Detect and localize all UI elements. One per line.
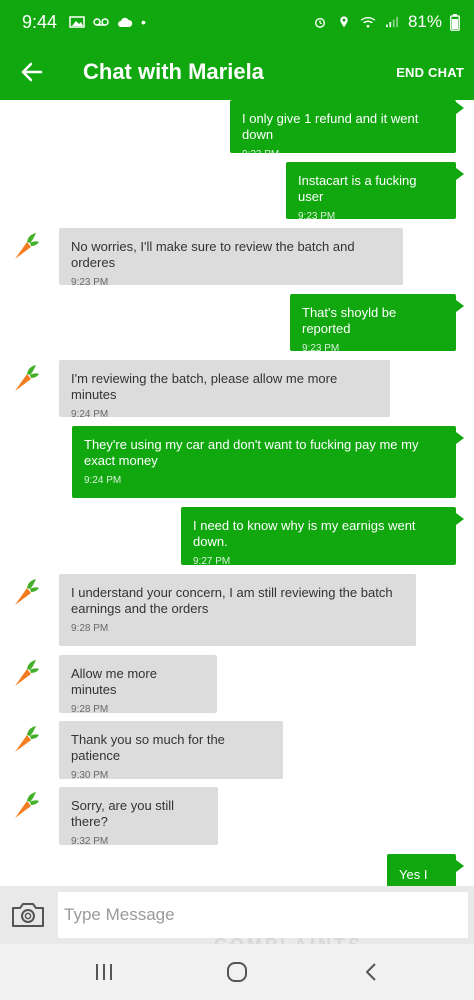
message-text: That's shoyld be reported — [302, 305, 397, 336]
message-input[interactable] — [58, 892, 468, 938]
arrow-left-icon — [21, 62, 43, 82]
message-time: 9:23 PM — [302, 343, 340, 354]
message-time: 9:23 PM — [71, 277, 109, 288]
message-time: 9:24 PM — [84, 475, 122, 486]
message-time: 9:30 PM — [71, 770, 109, 781]
cloud-icon — [118, 17, 133, 27]
home-button[interactable] — [222, 958, 252, 986]
message-list[interactable]: I only give 1 refund and it went down 9:… — [0, 100, 474, 886]
message-text: Yes I am — [399, 867, 428, 886]
message-time: 9:22 PM — [242, 149, 280, 160]
message-bubble-outgoing: Yes I am — [387, 854, 464, 886]
carrot-icon — [15, 660, 39, 686]
recent-apps-button[interactable] — [89, 958, 119, 986]
signal-icon — [385, 16, 398, 28]
back-button[interactable] — [0, 44, 64, 100]
message-text: I only give 1 refund and it went down — [242, 111, 419, 142]
message-bubble-incoming: I understand your concern, I am still re… — [59, 574, 416, 646]
chat-title: Chat with Mariela — [83, 59, 264, 84]
message-time: 9:27 PM — [193, 556, 231, 567]
location-icon — [340, 16, 348, 28]
message-bubble-incoming: Thank you so much for the patience 9:30 … — [59, 721, 283, 781]
message-text: Instacart is a fucking user — [298, 173, 417, 204]
message-time: 9:23 PM — [298, 211, 336, 222]
status-time: 9:44 — [22, 11, 58, 32]
wifi-icon — [360, 16, 376, 28]
home-icon — [227, 962, 247, 982]
carrot-icon — [15, 579, 39, 605]
message-bubble-outgoing: I only give 1 refund and it went down 9:… — [230, 100, 464, 160]
status-bar: 9:44 • 81% — [0, 0, 474, 44]
camera-icon — [12, 903, 44, 927]
recent-apps-icon — [96, 964, 112, 980]
alarm-icon — [314, 17, 325, 28]
message-text: I'm reviewing the batch, please allow me… — [71, 371, 338, 402]
message-time: 9:28 PM — [71, 623, 109, 634]
message-text: No worries, I'll make sure to review the… — [71, 239, 355, 270]
message-text: Allow me more minutes — [71, 666, 157, 697]
battery-level: 81% — [407, 12, 442, 31]
camera-button[interactable] — [0, 886, 56, 944]
carrot-icon — [15, 233, 39, 259]
carrot-icon — [15, 365, 39, 391]
message-text: They're using my car and don't want to f… — [84, 437, 419, 468]
message-bubble-incoming: Allow me more minutes 9:28 PM — [59, 655, 217, 715]
system-nav-bar — [0, 944, 474, 1000]
carrot-icon — [15, 792, 39, 818]
end-chat-button[interactable]: END CHAT — [396, 65, 464, 80]
message-bubble-incoming: I'm reviewing the batch, please allow me… — [59, 360, 390, 420]
message-bubble-incoming: Sorry, are you still there? 9:32 PM — [59, 787, 218, 847]
message-text: I need to know why is my earnigs went do… — [193, 518, 416, 549]
carrot-icon — [15, 726, 39, 752]
dot-icon: • — [141, 14, 146, 30]
message-bubble-outgoing: They're using my car and don't want to f… — [72, 426, 464, 498]
message-bubble-incoming: No worries, I'll make sure to review the… — [59, 228, 403, 288]
message-bubble-outgoing: I need to know why is my earnigs went do… — [181, 507, 464, 567]
message-composer — [0, 886, 474, 944]
message-text: Sorry, are you still there? — [71, 798, 175, 829]
message-text: Thank you so much for the patience — [71, 732, 225, 763]
message-bubble-outgoing: Instacart is a fucking user 9:23 PM — [286, 162, 464, 222]
chevron-left-icon — [366, 963, 376, 981]
gallery-notification-icon — [69, 16, 85, 28]
message-text: I understand your concern, I am still re… — [71, 585, 393, 616]
message-time: 9:28 PM — [71, 704, 109, 715]
message-bubble-outgoing: That's shoyld be reported 9:23 PM — [290, 294, 464, 354]
voicemail-icon — [93, 18, 109, 26]
message-time: 9:24 PM — [71, 409, 109, 420]
back-nav-button[interactable] — [356, 958, 386, 986]
message-time: 9:32 PM — [71, 836, 109, 847]
app-bar: Chat with Mariela END CHAT — [0, 44, 474, 100]
battery-icon — [450, 13, 460, 31]
